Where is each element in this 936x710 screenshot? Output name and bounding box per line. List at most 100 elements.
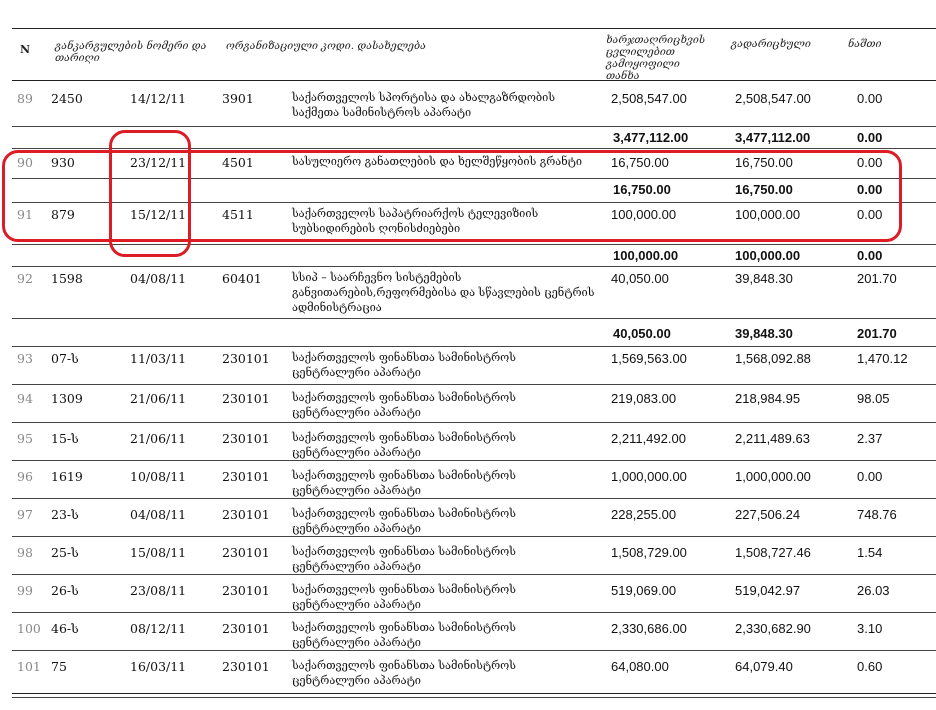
cell-n: 100	[17, 621, 41, 636]
cell-approved: 100,000.00	[613, 248, 679, 263]
header-transferred: გადარიცხული	[731, 38, 811, 50]
header-n: N	[20, 43, 31, 56]
cell-name: საქართველოს ფინანსთა სამინისტროს ცენტრალ…	[292, 659, 516, 687]
row-rule	[12, 266, 936, 267]
cell-name: საქართველოს ფინანსთა სამინისტროს ცენტრალ…	[292, 351, 516, 379]
cell-approved: 2,211,492.00	[611, 431, 686, 446]
cell-code: 230101	[222, 621, 270, 636]
cell-approved: 64,080.00	[611, 659, 669, 674]
cell-n: 101	[17, 659, 41, 674]
row-rule	[12, 574, 936, 575]
cell-code: 60401	[222, 271, 262, 286]
cell-name: საქართველოს ფინანსთა სამინისტროს ცენტრალ…	[292, 391, 516, 419]
cell-order-no: 25-ს	[51, 545, 79, 560]
cell-remainder: 1,470.12	[857, 351, 908, 366]
cell-order-no: 15-ს	[51, 431, 79, 446]
cell-name: საქართველოს ფინანსთა სამინისტროს ცენტრალ…	[292, 583, 516, 611]
cell-n: 99	[17, 583, 33, 598]
cell-name: საქართველოს ფინანსთა სამინისტროს ცენტრალ…	[292, 621, 516, 649]
cell-remainder: 748.76	[857, 507, 897, 522]
cell-transferred: 2,330,682.90	[735, 621, 811, 636]
cell-n: 94	[17, 391, 33, 406]
cell-code: 230101	[222, 583, 270, 598]
cell-code: 230101	[222, 391, 270, 406]
cell-transferred: 1,568,092.88	[735, 351, 811, 366]
cell-date: 15/08/11	[130, 545, 187, 560]
cell-code: 230101	[222, 545, 270, 560]
cell-transferred: 218,984.95	[735, 391, 801, 406]
cell-order-no: 07-ს	[51, 351, 79, 366]
row-rule	[12, 318, 936, 319]
cell-approved: 1,508,729.00	[611, 545, 687, 560]
cell-name: საქართველოს ფინანსთა სამინისტროს ცენტრალ…	[292, 507, 516, 535]
cell-remainder: 0.00	[857, 248, 883, 263]
cell-n: 97	[17, 507, 33, 522]
cell-approved: 1,569,563.00	[611, 351, 687, 366]
cell-remainder: 3.10	[857, 621, 883, 636]
cell-date: 11/03/11	[130, 351, 187, 366]
cell-n: 89	[17, 91, 33, 106]
cell-remainder: 0.00	[857, 91, 883, 106]
cell-order-no: 2450	[51, 91, 83, 106]
row-rule	[12, 536, 936, 537]
cell-approved: 2,330,686.00	[611, 621, 687, 636]
cell-n: 96	[17, 469, 33, 484]
cell-remainder: 26.03	[857, 583, 890, 598]
cell-transferred: 100,000.00	[735, 248, 801, 263]
cell-approved: 3,477,112.00	[613, 130, 689, 145]
row-rule	[12, 384, 936, 385]
cell-remainder: 201.70	[857, 271, 897, 286]
cell-transferred: 227,506.24	[735, 507, 801, 522]
cell-name: საქართველოს სპორტისა და ახალგაზრდობის სა…	[292, 91, 556, 119]
cell-code: 230101	[222, 659, 270, 674]
row-rule	[12, 650, 936, 651]
cell-n: 95	[17, 431, 33, 446]
cell-name: საქართველოს ფინანსთა სამინისტროს ცენტრალ…	[292, 545, 516, 573]
bottom-rule-1	[12, 693, 936, 694]
cell-approved: 40,050.00	[613, 326, 671, 341]
cell-approved: 1,000,000.00	[611, 469, 687, 484]
cell-date: 14/12/11	[130, 91, 187, 106]
cell-n: 92	[17, 271, 33, 286]
cell-order-no: 1309	[51, 391, 83, 406]
cell-n: 98	[17, 545, 33, 560]
cell-approved: 2,508,547.00	[611, 91, 687, 106]
cell-name: სსიპ – საარჩევნო სისტემების განვითარების…	[292, 271, 595, 314]
header-rule	[12, 80, 936, 81]
row-rule	[12, 346, 936, 347]
cell-code: 230101	[222, 507, 270, 522]
cell-approved: 219,083.00	[611, 391, 677, 406]
cell-transferred: 2,508,547.00	[735, 91, 811, 106]
bottom-rule-2	[12, 697, 936, 698]
cell-date: 08/12/11	[130, 621, 187, 636]
cell-remainder: 1.54	[857, 545, 883, 560]
cell-order-no: 23-ს	[51, 507, 79, 522]
header-remainder: ნაშთი	[848, 38, 882, 50]
cell-n: 93	[17, 351, 33, 366]
cell-transferred: 3,477,112.00	[735, 130, 811, 145]
cell-transferred: 1,508,727.46	[735, 545, 811, 560]
cell-approved: 40,050.00	[611, 271, 669, 286]
header-order: განკარგულების ნომერი და თარიღი	[55, 40, 207, 64]
cell-remainder: 0.00	[857, 130, 883, 145]
header-approved: ხარჯთაღრიცხვის ცვლილებით გამოყოფილი თანხ…	[606, 34, 706, 82]
annotation-rows-circle	[2, 150, 902, 242]
cell-code: 230101	[222, 431, 270, 446]
cell-order-no: 46-ს	[51, 621, 79, 636]
cell-transferred: 39,848.30	[735, 271, 793, 286]
cell-date: 04/08/11	[130, 507, 187, 522]
cell-order-no: 26-ს	[51, 583, 79, 598]
cell-date: 21/06/11	[130, 431, 187, 446]
cell-order-no: 1619	[51, 469, 83, 484]
row-rule	[12, 126, 936, 127]
cell-date: 10/08/11	[130, 469, 187, 484]
cell-transferred: 64,079.40	[735, 659, 793, 674]
cell-name: საქართველოს ფინანსთა სამინისტროს ცენტრალ…	[292, 431, 516, 459]
cell-order-no: 1598	[51, 271, 83, 286]
cell-date: 16/03/11	[130, 659, 187, 674]
cell-code: 230101	[222, 351, 270, 366]
top-rule	[12, 28, 936, 29]
cell-remainder: 201.70	[857, 326, 897, 341]
header-org: ორგანიზაციული კოდი. დასახელება	[226, 40, 426, 52]
cell-remainder: 2.37	[857, 431, 883, 446]
